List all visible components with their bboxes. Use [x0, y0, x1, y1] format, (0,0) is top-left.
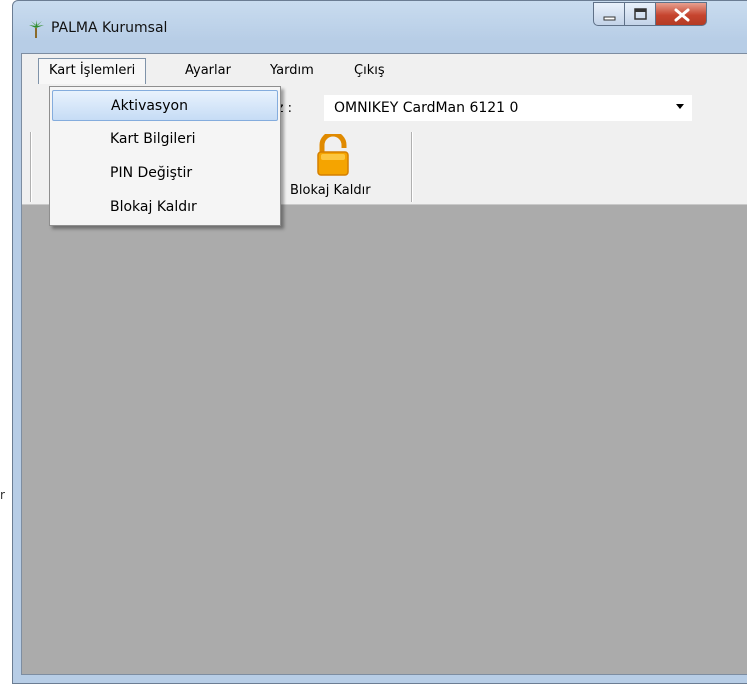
menu-item-aktivasyon[interactable]: Aktivasyon: [52, 90, 278, 121]
chevron-down-icon[interactable]: [676, 104, 684, 109]
unblock-button-label: Blokaj Kaldır: [290, 183, 371, 198]
maximize-button[interactable]: [624, 2, 656, 26]
menu-item-label: Kart Bilgileri: [110, 131, 196, 147]
close-icon: [674, 8, 690, 22]
menu-item-label: Blokaj Kaldır: [110, 199, 197, 215]
kart-islemleri-dropdown: Aktivasyon Kart Bilgileri PIN Değiştir B…: [49, 86, 281, 226]
menu-kart-islemleri[interactable]: Kart İşlemleri: [38, 58, 147, 84]
unlocked-padlock-icon: [317, 134, 349, 176]
menu-ayarlar[interactable]: Ayarlar: [185, 63, 231, 78]
menu-yardim[interactable]: Yardım: [270, 63, 314, 78]
menu-item-blokaj-kaldir[interactable]: Blokaj Kaldır: [52, 192, 278, 223]
menu-item-label: Aktivasyon: [111, 98, 188, 114]
unblock-button[interactable]: Blokaj Kaldır: [284, 130, 406, 202]
stray-text: r: [0, 488, 5, 502]
title-bar: PALMA Kurumsal: [13, 1, 747, 53]
app-window: PALMA Kurumsal Kart İşlemleri Ayarlar Ya…: [12, 0, 747, 684]
toolbar-separator: [30, 132, 32, 202]
palm-tree-icon: [29, 20, 44, 38]
toolbar-separator: [411, 132, 413, 202]
window-title: PALMA Kurumsal: [51, 20, 168, 36]
reader-selected-value: OMNIKEY CardMan 6121 0: [334, 100, 519, 116]
close-button[interactable]: [655, 2, 707, 26]
menu-cikis[interactable]: Çıkış: [354, 63, 385, 78]
menu-bar: Kart İşlemleri Ayarlar Yardım Çıkış: [22, 54, 747, 89]
minimize-icon: [603, 16, 616, 21]
menu-item-label: PIN Değiştir: [110, 165, 193, 181]
maximize-icon: [634, 8, 647, 20]
minimize-button[interactable]: [593, 2, 625, 26]
menu-item-kart-bilgileri[interactable]: Kart Bilgileri: [52, 124, 278, 155]
reader-select[interactable]: OMNIKEY CardMan 6121 0: [323, 94, 693, 122]
menu-item-pin-degistir[interactable]: PIN Değiştir: [52, 158, 278, 189]
